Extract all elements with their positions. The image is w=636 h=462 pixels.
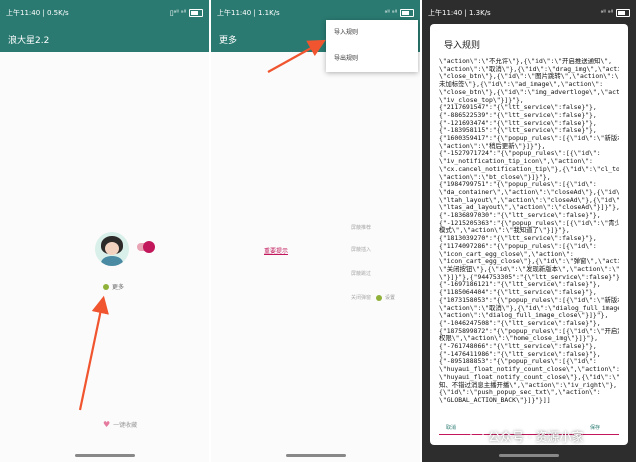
favorite-button[interactable]: ♥ 一键收藏 bbox=[103, 420, 137, 429]
status-icons: ᵃˡˡ ᵃˡˡ bbox=[601, 9, 630, 17]
option-label[interactable]: 关闭弹窗 bbox=[351, 294, 371, 301]
import-rules-dialog: 导入规则 \"action\":\"不允许\"},{\"id\":\"开启推送通… bbox=[430, 24, 628, 445]
cancel-button[interactable]: 取消 bbox=[446, 424, 456, 431]
screen-home: 上午11:40 | 0.5K/s ▯ᵃˡˡ ᵃˡˡ 浪大星2.2 更多 ♥ 一键… bbox=[0, 0, 209, 462]
option-label[interactable]: 屏蔽推荐 bbox=[351, 224, 371, 231]
status-time: 上午11:40 | 0.5K/s bbox=[6, 9, 69, 17]
signal-icon: ᵃˡˡ ᵃˡˡ bbox=[384, 9, 397, 17]
gesture-bar bbox=[285, 454, 346, 457]
signal-icon: ▯ᵃˡˡ ᵃˡˡ bbox=[169, 9, 186, 17]
wechat-icon bbox=[470, 429, 484, 444]
important-notice-link[interactable]: 重要提示 bbox=[264, 246, 288, 255]
avatar[interactable] bbox=[95, 232, 129, 266]
favorite-label: 一键收藏 bbox=[113, 422, 138, 429]
watermark-text: 公众号 · 资源小家 bbox=[488, 430, 584, 444]
app-title: 浪大星2.2 bbox=[8, 35, 50, 46]
status-time: 上午11:40 | 1.3K/s bbox=[428, 9, 491, 17]
more-dot-icon bbox=[103, 283, 109, 290]
settings-dot-icon bbox=[376, 294, 382, 301]
menu-item-export-rules[interactable]: 导出规则 bbox=[326, 46, 418, 72]
status-icons: ᵃˡˡ ᵃˡˡ bbox=[385, 9, 414, 17]
signal-icon: ᵃˡˡ ᵃˡˡ bbox=[600, 9, 613, 17]
rules-text-field[interactable]: \"action\":\"不允许\"},{\"id\":\"开启推送通知\", … bbox=[439, 58, 619, 430]
avatar-body bbox=[101, 256, 123, 266]
more-label: 更多 bbox=[112, 284, 125, 291]
menu-item-import-rules[interactable]: 导入规则 bbox=[326, 20, 418, 46]
option-label[interactable]: 屏蔽跳过 bbox=[351, 270, 371, 277]
save-button[interactable]: 保存 bbox=[590, 424, 600, 431]
gesture-bar bbox=[74, 454, 135, 457]
overflow-menu: 导入规则 导出规则 bbox=[326, 20, 418, 72]
toggle-knob bbox=[143, 241, 155, 253]
settings-label: 设置 bbox=[385, 295, 396, 301]
dialog-title: 导入规则 bbox=[444, 41, 481, 51]
option-label[interactable]: 屏蔽插入 bbox=[351, 246, 371, 253]
settings-button[interactable]: 设置 bbox=[376, 294, 395, 301]
status-bar: 上午11:40 | 0.5K/s ▯ᵃˡˡ ᵃˡˡ bbox=[0, 0, 209, 26]
service-toggle[interactable] bbox=[137, 241, 155, 253]
status-bar: 上午11:40 | 1.3K/s ᵃˡˡ ᵃˡˡ bbox=[422, 0, 636, 26]
battery-icon bbox=[616, 9, 630, 17]
status-time: 上午11:40 | 1.1K/s bbox=[217, 9, 280, 17]
watermark: 公众号 · 资源小家 bbox=[470, 428, 583, 445]
screen-more: 上午11:40 | 1.1K/s ᵃˡˡ ᵃˡˡ 更多 屏蔽推荐 屏蔽插入 屏蔽… bbox=[211, 0, 420, 462]
page-title: 更多 bbox=[219, 35, 238, 46]
status-icons: ▯ᵃˡˡ ᵃˡˡ bbox=[170, 9, 203, 17]
screen-import-dialog: 上午11:40 | 1.3K/s ᵃˡˡ ᵃˡˡ 导入规则 \"action\"… bbox=[422, 0, 636, 462]
avatar-face bbox=[105, 242, 119, 255]
heart-icon: ♥ bbox=[103, 420, 111, 429]
more-button[interactable]: 更多 bbox=[103, 282, 124, 291]
battery-icon bbox=[400, 9, 414, 17]
app-bar: 浪大星2.2 bbox=[0, 26, 209, 52]
battery-icon bbox=[189, 9, 203, 17]
gesture-bar bbox=[499, 454, 559, 457]
